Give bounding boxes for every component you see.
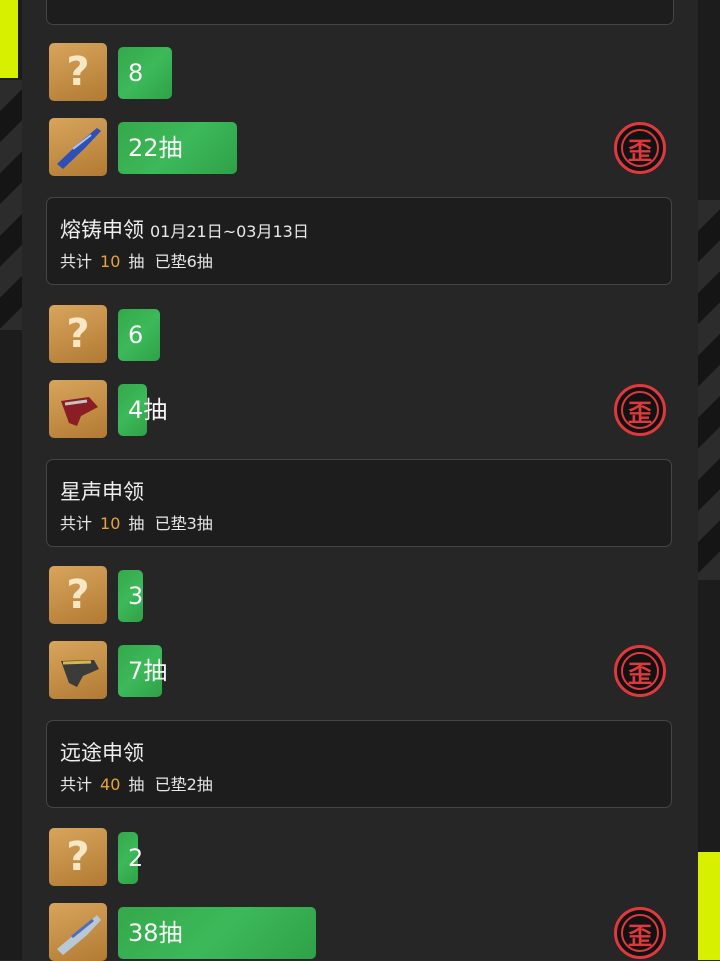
warning-badge[interactable]: 歪 (614, 645, 666, 697)
decorative-stripe-left (0, 80, 22, 330)
warning-badge[interactable]: 歪 (614, 384, 666, 436)
pool-date: 01月21日~03月13日 (150, 222, 309, 241)
weapon-icon (57, 915, 101, 955)
accent-left-top (0, 0, 18, 78)
unknown-item-avatar: ? (49, 305, 107, 363)
pool-title: 熔铸申领 01月21日~03月13日 (60, 218, 309, 242)
progress-label: 3 (128, 582, 144, 610)
pool-card: 远途申领 共计 40 抽 已垫2抽 (46, 720, 672, 808)
question-icon: ? (66, 572, 90, 618)
progress-label: 22抽 (128, 134, 183, 162)
progress-bar (118, 47, 172, 99)
pool-card: 星声申领 共计 10 抽 已垫3抽 (46, 459, 672, 547)
warning-badge[interactable]: 歪 (614, 907, 666, 959)
weapon-avatar (49, 380, 107, 438)
progress-label: 2 (128, 844, 144, 872)
weapon-icon (57, 128, 101, 169)
pool-title: 远途申领 (60, 741, 144, 765)
question-icon: ? (66, 311, 90, 357)
progress-label: 8 (128, 59, 144, 87)
pool-summary: 共计 10 抽 已垫6抽 (60, 252, 213, 271)
progress-label: 7抽 (128, 657, 168, 685)
summary-card-top (46, 0, 674, 25)
warning-badge-icon: 歪 (621, 914, 659, 952)
question-icon: ? (66, 49, 90, 95)
pool-summary: 共计 40 抽 已垫2抽 (60, 775, 213, 794)
unknown-item-avatar: ? (49, 828, 107, 886)
warning-badge-icon: 歪 (621, 129, 659, 167)
weapon-avatar (49, 903, 107, 961)
weapon-icon (61, 660, 99, 687)
pool-title: 星声申领 (60, 480, 144, 504)
weapon-avatar (49, 641, 107, 699)
warning-badge-icon: 歪 (621, 391, 659, 429)
progress-label: 4抽 (128, 396, 168, 424)
accent-right-bottom (698, 852, 720, 960)
unknown-item-avatar: ? (49, 43, 107, 101)
weapon-avatar (49, 118, 107, 176)
decorative-stripe-right (698, 200, 720, 580)
question-icon: ? (66, 834, 90, 880)
progress-label: 6 (128, 321, 144, 349)
pool-summary: 共计 10 抽 已垫3抽 (60, 514, 213, 533)
warning-badge-icon: 歪 (621, 652, 659, 690)
warning-badge[interactable]: 歪 (614, 122, 666, 174)
weapon-icon (61, 397, 98, 426)
pool-card: 熔铸申领 01月21日~03月13日 共计 10 抽 已垫6抽 (46, 197, 672, 285)
progress-label: 38抽 (128, 919, 183, 947)
unknown-item-avatar: ? (49, 566, 107, 624)
